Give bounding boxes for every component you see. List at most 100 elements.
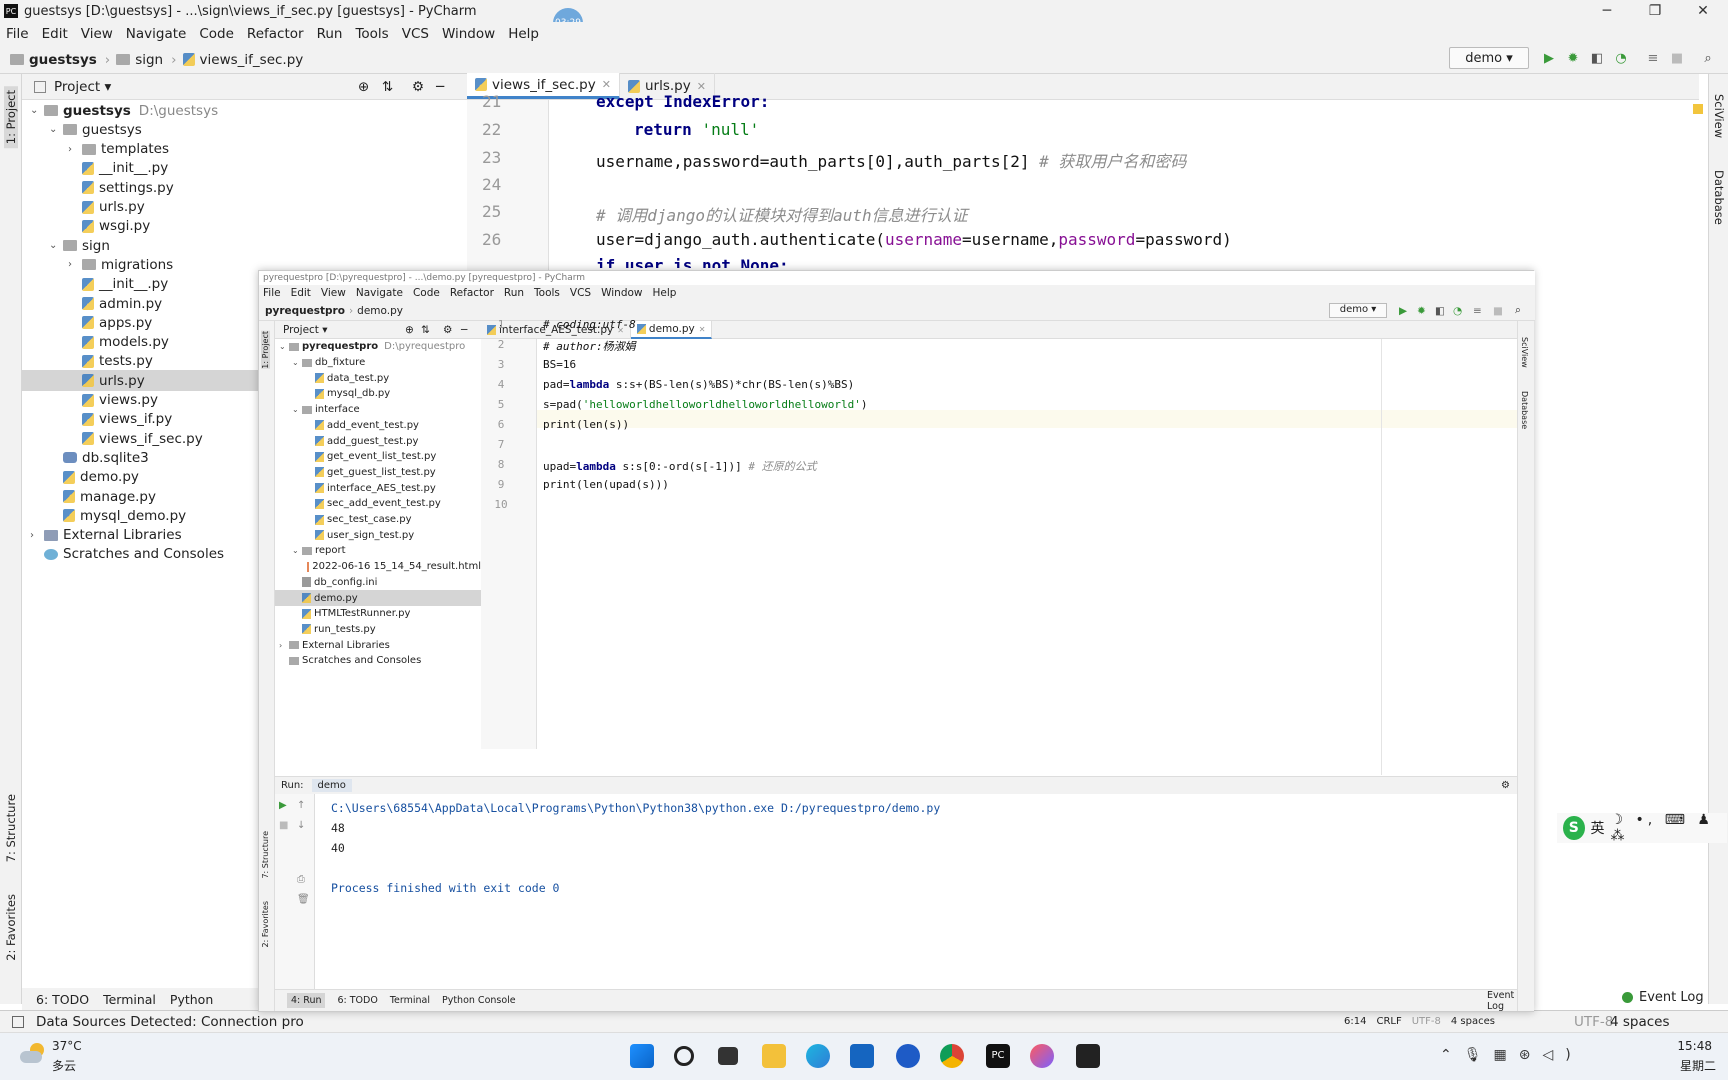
stop-run-icon[interactable]: ■: [279, 820, 288, 831]
main-menu-file[interactable]: File: [6, 26, 29, 42]
profile-icon[interactable]: ◔: [1613, 50, 1629, 66]
main-menu-vcs[interactable]: VCS: [402, 26, 429, 42]
front-tree-item[interactable]: Scratches and Consoles: [275, 653, 481, 669]
tray-icons[interactable]: ⌃🎙▦⊛◁): [1440, 1047, 1583, 1063]
favorites-tool-button[interactable]: 2: Favorites: [4, 894, 18, 961]
chrome-icon[interactable]: [940, 1044, 964, 1068]
front-tree-item[interactable]: get_event_list_test.py: [275, 449, 481, 465]
run-config-select[interactable]: demo ▾: [1449, 47, 1529, 69]
weather-temp[interactable]: 37°C: [52, 1039, 82, 1053]
expand-arrow-icon[interactable]: ›: [30, 530, 44, 541]
front-locate-icon[interactable]: ⊕: [405, 324, 414, 336]
debug-icon[interactable]: ✹: [1565, 50, 1581, 66]
front-pycharm-window[interactable]: pyrequestpro [D:\pyrequestpro] - ...\dem…: [258, 270, 1535, 1012]
front-tree-item[interactable]: ⌄ db_fixture: [275, 355, 481, 371]
ime-icons[interactable]: ☽ •, ⌨ ♟ ⁂: [1611, 812, 1727, 844]
front-menu-edit[interactable]: Edit: [291, 287, 311, 299]
front-todo-tab[interactable]: 6: TODO: [337, 995, 377, 1006]
print-icon[interactable]: ⎙: [297, 874, 305, 885]
clock-day[interactable]: 星期二: [1680, 1057, 1716, 1074]
breadcrumb-file[interactable]: views_if_sec.py: [182, 52, 303, 68]
front-tree-item[interactable]: add_guest_test.py: [275, 433, 481, 449]
expand-arrow-icon[interactable]: ›: [279, 641, 289, 650]
store-icon[interactable]: [850, 1044, 874, 1068]
front-menu-help[interactable]: Help: [653, 287, 677, 299]
front-database-button[interactable]: Database: [1520, 391, 1529, 429]
project-tool-button[interactable]: 1: Project: [4, 86, 18, 149]
run-gear-icon[interactable]: ⚙: [1501, 780, 1510, 791]
front-menu-vcs[interactable]: VCS: [570, 287, 591, 299]
status-message[interactable]: Data Sources Detected: Connection pro: [36, 1014, 304, 1030]
front-run-config-select[interactable]: demo ▾: [1329, 303, 1387, 318]
tree-item[interactable]: urls.py: [22, 197, 467, 218]
main-menu-edit[interactable]: Edit: [42, 26, 68, 42]
main-menu-navigate[interactable]: Navigate: [126, 26, 187, 42]
main-menu-tools[interactable]: Tools: [355, 26, 388, 42]
main-menu-window[interactable]: Window: [442, 26, 495, 42]
scroll-up-icon[interactable]: ↑: [297, 800, 305, 811]
terminal-taskbar-icon[interactable]: [1076, 1044, 1100, 1068]
rerun-icon[interactable]: ▶: [279, 800, 287, 811]
ime-lang[interactable]: 英: [1591, 818, 1605, 838]
front-menu-refactor[interactable]: Refactor: [450, 287, 494, 299]
expand-arrow-icon[interactable]: ›: [68, 259, 82, 270]
maximize-button[interactable]: ❐: [1634, 0, 1676, 22]
front-tree-item[interactable]: user_sign_test.py: [275, 527, 481, 543]
front-tree-item[interactable]: get_guest_list_test.py: [275, 465, 481, 481]
front-project-title[interactable]: Project: [283, 324, 319, 336]
front-tree-item[interactable]: ⌄ report: [275, 543, 481, 559]
event-log-button[interactable]: Event Log: [1622, 990, 1704, 1005]
main-menu-run[interactable]: Run: [317, 26, 343, 42]
tree-item[interactable]: __init__.py: [22, 158, 467, 179]
python-tab[interactable]: Python: [170, 992, 213, 1007]
expand-arrow-icon[interactable]: ⌄: [49, 124, 63, 135]
tree-item[interactable]: ⌄ sign: [22, 235, 467, 256]
front-build-icon[interactable]: ≡: [1473, 305, 1482, 317]
front-tree-item[interactable]: › External Libraries: [275, 637, 481, 653]
gear-icon[interactable]: ⚙: [412, 79, 424, 95]
close-tab-icon[interactable]: ✕: [699, 325, 706, 334]
main-menu-code[interactable]: Code: [199, 26, 234, 42]
cursor-position[interactable]: 6:14: [1344, 1016, 1366, 1027]
edge-icon[interactable]: [806, 1044, 830, 1068]
scroll-down-icon[interactable]: ↓: [297, 820, 305, 831]
tree-item[interactable]: wsgi.py: [22, 216, 467, 237]
front-menu-run[interactable]: Run: [504, 287, 524, 299]
line-ending[interactable]: CRLF: [1376, 1016, 1401, 1027]
front-run-icon[interactable]: ▶: [1399, 305, 1407, 317]
tree-item[interactable]: ⌄ guestsys D:\guestsys: [22, 100, 467, 121]
front-breadcrumb-file[interactable]: demo.py: [357, 305, 403, 317]
front-tree-item[interactable]: ⌄ interface: [275, 402, 481, 418]
front-tree-item[interactable]: db_config.ini: [275, 575, 481, 591]
main-menu-help[interactable]: Help: [508, 26, 539, 42]
main-menu-refactor[interactable]: Refactor: [247, 26, 304, 42]
front-structure-tool-button[interactable]: 7: Structure: [261, 831, 270, 879]
build-icon[interactable]: ≡: [1645, 50, 1661, 66]
search-taskbar-icon[interactable]: [674, 1046, 694, 1066]
search-icon[interactable]: ⌕: [1700, 50, 1716, 66]
tree-item[interactable]: › templates: [22, 139, 467, 160]
front-collapse-icon[interactable]: ⇅: [421, 324, 430, 336]
weather-desc[interactable]: 多云: [52, 1057, 76, 1074]
minimize-button[interactable]: ─: [1586, 0, 1628, 22]
trash-icon[interactable]: 🗑: [297, 894, 310, 905]
front-menu-view[interactable]: View: [321, 287, 346, 299]
close-button[interactable]: ✕: [1682, 0, 1724, 22]
front-tree-item[interactable]: demo.py: [275, 590, 481, 606]
stop-icon[interactable]: ■: [1669, 50, 1685, 66]
front-tree-item[interactable]: 2022-06-16 15_14_54_result.html: [275, 559, 481, 575]
front-sciview-button[interactable]: SciView: [1520, 337, 1529, 368]
front-tree-item[interactable]: ⌄ pyrequestpro D:\pyrequestpro: [275, 339, 481, 355]
indent-setting[interactable]: 4 spaces: [1451, 1016, 1495, 1027]
expand-arrow-icon[interactable]: ⌄: [292, 546, 302, 555]
clock-time[interactable]: 15:48: [1677, 1039, 1712, 1053]
front-tree-item[interactable]: HTMLTestRunner.py: [275, 606, 481, 622]
pycharm-taskbar-icon[interactable]: PC: [986, 1044, 1010, 1068]
front-menu-tools[interactable]: Tools: [534, 287, 560, 299]
start-icon[interactable]: [630, 1044, 654, 1068]
front-run-tab[interactable]: 4: Run: [287, 993, 326, 1008]
front-breadcrumb-project[interactable]: pyrequestpro: [265, 305, 345, 317]
locate-icon[interactable]: ⊕: [358, 79, 369, 95]
database-tool-button[interactable]: Database: [1712, 170, 1726, 225]
app-c-icon[interactable]: [896, 1044, 920, 1068]
